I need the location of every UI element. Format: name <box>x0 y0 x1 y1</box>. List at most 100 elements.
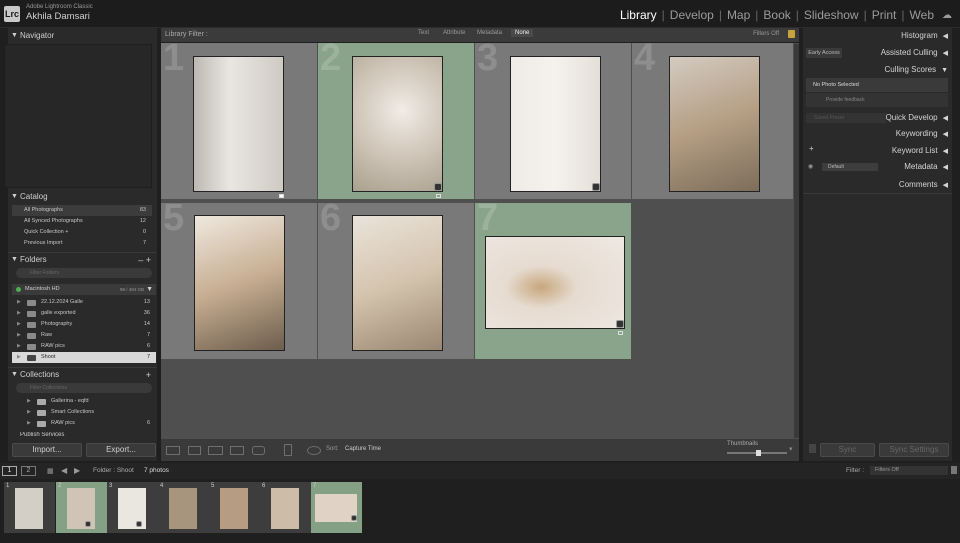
folder-item[interactable]: ▶ Raw 7 <box>12 330 156 341</box>
filmstrip-filter-dropdown[interactable]: Filters Off <box>870 466 948 475</box>
keyword-list-header[interactable]: Keyword List ◀ <box>892 144 948 158</box>
sort-dropdown[interactable]: Capture Time <box>345 446 381 452</box>
module-map[interactable]: Map <box>727 8 750 22</box>
module-slideshow[interactable]: Slideshow <box>804 8 859 22</box>
collection-item[interactable]: ▶ RAW pics 6 <box>12 418 156 429</box>
metadata-preset-dropdown[interactable]: Default <box>822 163 878 171</box>
module-develop[interactable]: Develop <box>670 8 714 22</box>
primary-display-button[interactable]: 1 <box>2 466 17 476</box>
catalog-header[interactable]: ▼ Catalog <box>8 190 157 204</box>
filmstrip-thumbnail[interactable]: 4 <box>158 482 209 533</box>
grid-cell[interactable]: 4 <box>632 37 793 199</box>
module-library[interactable]: Library <box>620 8 657 22</box>
filmstrip-thumbnail[interactable]: 7 <box>311 482 362 533</box>
filmstrip-source-path[interactable]: Folder : Shoot <box>93 467 134 474</box>
collection-item[interactable]: ▶ Smart Collections <box>12 407 156 418</box>
filter-tab-text[interactable]: Text <box>418 30 429 36</box>
collections-header[interactable]: ▼ Collections + <box>8 367 157 381</box>
provide-feedback-link[interactable]: Provide feedback <box>806 93 948 107</box>
slider-thumb[interactable] <box>756 450 761 456</box>
survey-view-icon[interactable] <box>230 446 244 455</box>
photo-thumbnail[interactable] <box>193 56 284 192</box>
metadata-eye-icon[interactable]: ◉ <box>808 163 813 170</box>
toolbar-menu-icon[interactable]: ▾ <box>789 445 793 453</box>
photo-thumbnail[interactable] <box>669 56 760 192</box>
grid-cell[interactable]: 6 <box>318 197 474 359</box>
catalog-item-all-photographs[interactable]: All Photographs 83 <box>12 205 152 216</box>
lock-icon[interactable] <box>951 466 957 474</box>
back-arrow-icon[interactable]: ◀ <box>61 466 67 475</box>
sync-settings-button[interactable]: Sync Settings <box>879 443 949 457</box>
filter-tab-attribute[interactable]: Attribute <box>443 30 465 36</box>
grid-cell[interactable]: 5 <box>161 197 317 359</box>
navigator-header[interactable]: ▼ Navigator <box>8 29 157 43</box>
navigator-preview[interactable] <box>4 44 152 188</box>
filmstrip-bar: 1 2 ▦ ◀ ▶ Folder : Shoot 7 photos Filter… <box>0 463 960 479</box>
keywording-header[interactable]: Keywording ◀ <box>896 127 948 141</box>
loupe-view-icon[interactable] <box>188 446 201 455</box>
secondary-display-button[interactable]: 2 <box>21 466 36 476</box>
user-name[interactable]: Akhila Damsari <box>26 11 90 22</box>
catalog-item-previous-import[interactable]: Previous Import 7 <box>12 238 152 249</box>
catalog-item-quick-collection[interactable]: Quick Collection +0 <box>12 227 152 238</box>
module-print[interactable]: Print <box>872 8 897 22</box>
painter-icon[interactable] <box>284 444 292 456</box>
comments-header[interactable]: Comments ◀ <box>899 178 948 192</box>
add-collection-icon[interactable]: + <box>146 368 151 382</box>
grid-view-icon[interactable] <box>166 446 180 455</box>
sync-button[interactable]: Sync <box>820 443 875 457</box>
filmstrip-thumbnail[interactable]: 2 <box>56 482 107 533</box>
grid-cell[interactable]: 3 <box>475 37 631 199</box>
grid-toolbar: Sort: Capture Time Thumbnails ▾ <box>161 439 799 461</box>
add-folder-icon[interactable]: – + <box>138 253 151 267</box>
add-keyword-icon[interactable]: + <box>809 144 814 153</box>
photo-thumbnail[interactable] <box>194 215 285 351</box>
export-button[interactable]: Export... <box>86 443 156 457</box>
filter-status[interactable]: Filters Off <box>753 31 779 37</box>
catalog-item-synced[interactable]: All Synced Photographs 12 <box>12 216 152 227</box>
grid-cell-selected[interactable]: 2 <box>318 37 474 199</box>
photo-thumbnail[interactable] <box>510 56 601 192</box>
grid-cell[interactable]: 1 <box>161 37 317 199</box>
sort-direction-icon[interactable] <box>307 446 321 455</box>
filter-tab-none[interactable]: None <box>511 29 534 37</box>
module-web[interactable]: Web <box>910 8 934 22</box>
photo-thumbnail[interactable] <box>352 215 443 351</box>
metadata-header[interactable]: Metadata ◀ <box>904 160 948 174</box>
import-button[interactable]: Import... <box>12 443 82 457</box>
quick-develop-header[interactable]: Quick Develop ◀ <box>886 111 948 125</box>
grid-cell-selected[interactable]: 7 <box>475 197 631 359</box>
sync-toggle[interactable] <box>809 444 816 453</box>
folder-item[interactable]: ▶ Photography 14 <box>12 319 156 330</box>
cloud-icon[interactable]: ☁ <box>942 10 952 21</box>
assisted-culling-header[interactable]: Assisted Culling ◀ <box>881 46 948 60</box>
photo-thumbnail[interactable] <box>485 236 625 329</box>
folder-item[interactable]: ▶ RAW pics 6 <box>12 341 156 352</box>
folders-header[interactable]: ▼ Folders – + <box>8 252 157 266</box>
filmstrip-thumbnail[interactable]: 3 <box>107 482 158 533</box>
filmstrip-thumbnail[interactable]: 5 <box>209 482 260 533</box>
filter-tab-metadata[interactable]: Metadata <box>477 30 502 36</box>
culling-scores-header[interactable]: Culling Scores ▼ <box>884 63 948 77</box>
photo-thumbnail[interactable] <box>352 56 443 192</box>
folder-item-selected[interactable]: ▶ Shoot 7 <box>12 352 156 363</box>
collection-search-input[interactable]: Filter Collections <box>16 383 152 393</box>
grid-view-icon[interactable]: ▦ <box>47 467 54 475</box>
publish-services-header[interactable]: Publish Services <box>8 432 157 439</box>
forward-arrow-icon[interactable]: ▶ <box>74 466 80 475</box>
folder-item[interactable]: ▶ galle exported 36 <box>12 308 156 319</box>
folder-search-input[interactable]: Filter Folders <box>16 268 152 278</box>
histogram-header[interactable]: Histogram ◀ <box>901 29 948 43</box>
saved-preset-dropdown[interactable]: Saved Preset <box>806 113 886 123</box>
compare-view-icon[interactable] <box>208 446 223 455</box>
collection-item[interactable]: ▶ Gallerina - eqfd <box>12 396 156 407</box>
people-view-icon[interactable] <box>252 446 265 455</box>
module-book[interactable]: Book <box>763 8 790 22</box>
filmstrip-thumbnail[interactable]: 1 <box>4 482 55 533</box>
folder-item[interactable]: ▶ 22.12.2024 Galle 13 <box>12 297 156 308</box>
filmstrip-thumbnail[interactable]: 6 <box>260 482 311 533</box>
volume-row[interactable]: Macintosh HD 98 / 494 GB ▼ <box>12 284 156 295</box>
grid-scrollbar[interactable] <box>794 44 799 438</box>
collapse-triangle-icon: ◀ <box>942 115 948 122</box>
lock-icon[interactable] <box>788 30 795 38</box>
